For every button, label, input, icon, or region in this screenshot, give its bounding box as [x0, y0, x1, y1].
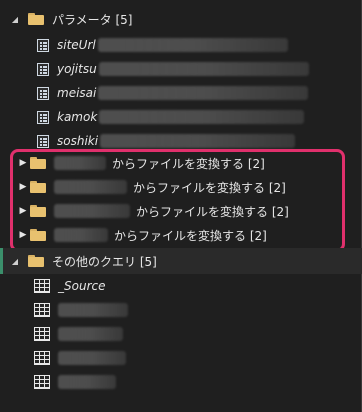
transform-folder-4[interactable]: ▶ からファイルを変換する [2] [0, 224, 361, 246]
caret-right-icon[interactable]: ▶ [18, 182, 28, 192]
redacted-text [98, 86, 309, 100]
query-item-3[interactable] [0, 323, 361, 345]
redacted-text [100, 134, 296, 148]
caret-right-icon[interactable]: ▶ [18, 206, 28, 216]
folder-icon [30, 157, 46, 169]
param-item-yojitsu[interactable]: yojitsu [0, 58, 361, 80]
param-label: siteUrl [57, 38, 96, 52]
table-icon [34, 279, 50, 293]
query-item-source[interactable]: _Source [0, 275, 361, 297]
parameter-icon [37, 86, 49, 100]
transform-folder-3[interactable]: ▶ からファイルを変換する [2] [0, 200, 361, 222]
transform-folder-label: からファイルを変換する [2] [136, 204, 289, 219]
transform-folder-label: からファイルを変換する [2] [133, 180, 286, 195]
query-item-5[interactable] [0, 371, 361, 393]
caret-right-icon[interactable]: ▶ [18, 158, 28, 168]
redacted-text [54, 204, 130, 218]
other-queries-group-label: その他のクエリ [5] [52, 254, 157, 269]
param-label: soshiki [57, 134, 99, 148]
param-item-meisai[interactable]: meisai [0, 82, 361, 104]
query-label: _Source [58, 279, 106, 293]
parameter-icon [37, 62, 49, 76]
caret-down-icon[interactable]: ◢ [10, 15, 20, 24]
redacted-text [97, 38, 288, 52]
caret-right-icon[interactable]: ▶ [18, 230, 28, 240]
table-icon [34, 327, 50, 341]
param-label: meisai [57, 86, 97, 100]
redacted-text [98, 62, 309, 76]
caret-down-icon[interactable]: ◢ [10, 257, 20, 266]
params-group-label: パラメータ [5] [52, 12, 133, 27]
table-icon [34, 351, 50, 365]
folder-icon [28, 13, 44, 25]
query-item-2[interactable] [0, 299, 361, 321]
folder-icon [30, 205, 46, 217]
parameter-icon [37, 134, 49, 148]
redacted-text [54, 156, 106, 170]
folder-icon [30, 229, 46, 241]
queries-panel: ◢ パラメータ [5] siteUrl yojitsu meisai kamok… [0, 0, 362, 412]
folder-icon [30, 181, 46, 193]
query-item-4[interactable] [0, 347, 361, 369]
parameter-icon [37, 38, 49, 52]
param-label: kamok [57, 110, 98, 124]
redacted-text [58, 327, 123, 341]
transform-folder-label: からファイルを変換する [2] [112, 156, 265, 171]
params-group-header[interactable]: ◢ パラメータ [5] [0, 8, 361, 30]
folder-icon [28, 255, 44, 267]
table-icon [34, 303, 50, 317]
param-item-siteurl[interactable]: siteUrl [0, 34, 361, 56]
redacted-text [58, 351, 126, 365]
redacted-text [99, 110, 305, 124]
parameter-icon [37, 110, 49, 124]
transform-folder-2[interactable]: ▶ からファイルを変換する [2] [0, 176, 361, 198]
redacted-text [58, 375, 116, 389]
other-queries-group-header[interactable]: ◢ その他のクエリ [5] [0, 250, 361, 272]
redacted-text [54, 180, 127, 194]
param-label: yojitsu [57, 62, 97, 76]
transform-folder-1[interactable]: ▶ からファイルを変換する [2] [0, 152, 361, 174]
redacted-text [54, 228, 108, 242]
table-icon [34, 375, 50, 389]
transform-folder-label: からファイルを変換する [2] [114, 228, 267, 243]
param-item-kamok[interactable]: kamok [0, 106, 361, 128]
redacted-text [58, 303, 128, 317]
